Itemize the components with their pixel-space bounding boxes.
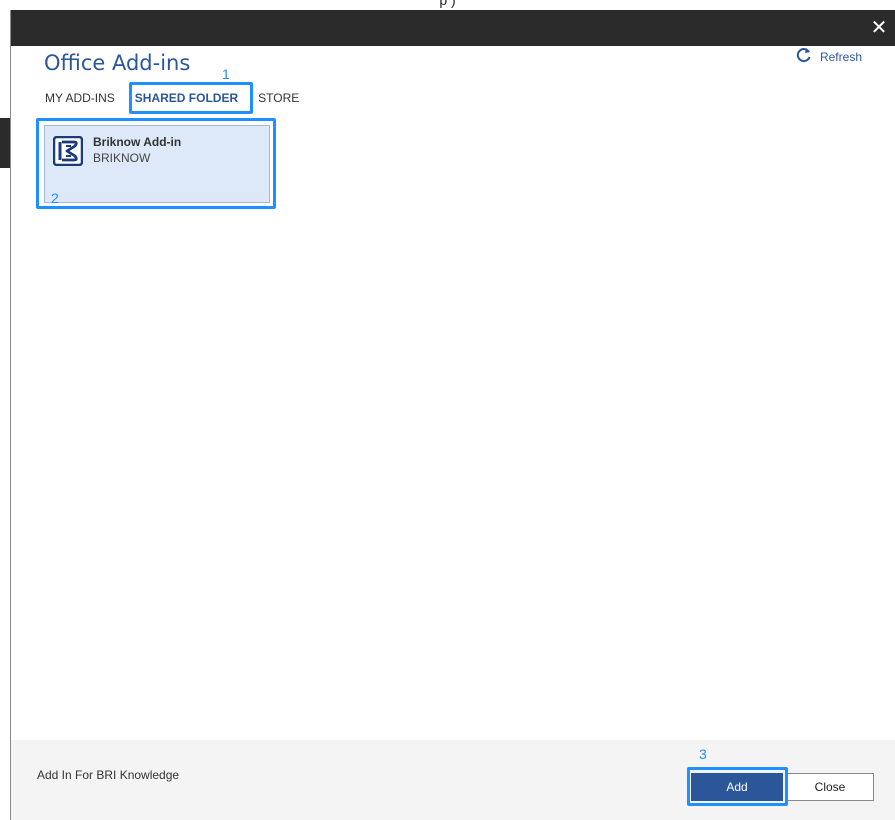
tab-store[interactable]: STORE [258,91,299,105]
background-caption: p ) [439,0,456,8]
background-strip: p ) [0,0,895,10]
annotation-number-2: 2 [51,190,59,206]
office-addins-dialog: ✕ Office Add-ins Refresh MY ADD-INS SHAR… [10,10,895,820]
refresh-label: Refresh [819,49,862,64]
annotation-box-2 [36,118,276,209]
dialog-titlebar: ✕ [11,10,895,46]
annotation-box-1 [129,82,253,114]
refresh-button[interactable]: Refresh [796,47,862,66]
close-icon[interactable]: ✕ [866,16,892,40]
annotation-number-3: 3 [699,746,707,762]
refresh-icon [796,47,812,66]
dialog-title: Office Add-ins [44,51,191,75]
tab-my-addins[interactable]: MY ADD-INS [45,91,115,105]
close-button[interactable]: Close [786,773,874,801]
background-dark-block [0,118,10,168]
annotation-number-1: 1 [222,66,230,82]
background-left-strip [0,10,10,820]
dialog-footer: Add In For BRI Knowledge Add Close 3 [11,740,895,820]
addin-description: Add In For BRI Knowledge [37,768,180,782]
annotation-box-3 [687,767,788,806]
